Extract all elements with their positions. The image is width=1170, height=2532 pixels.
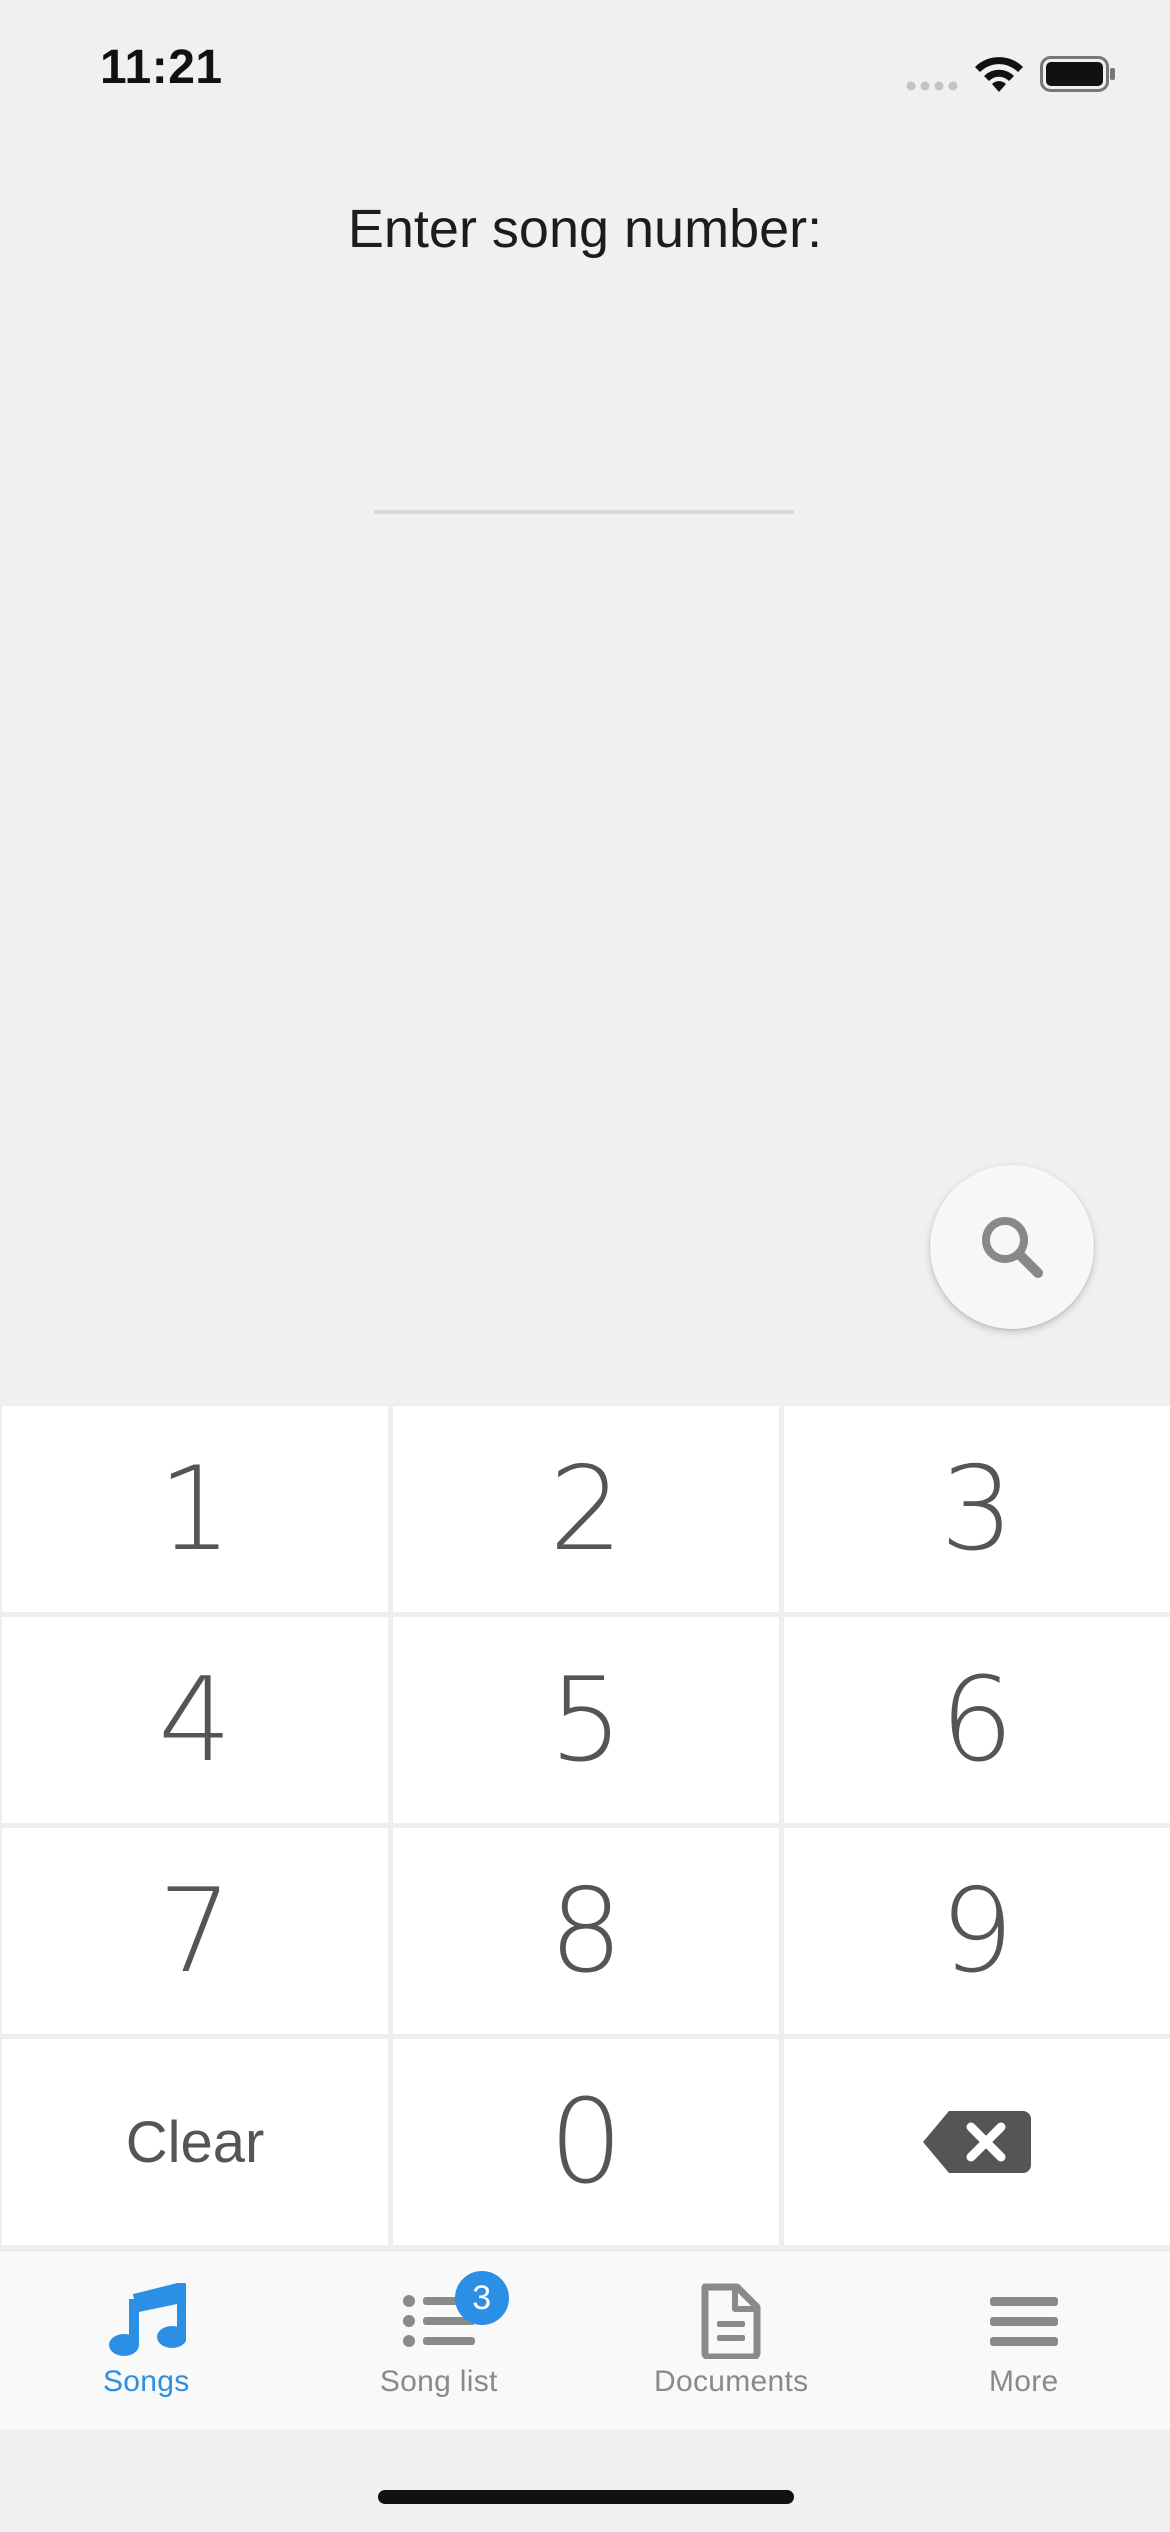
tab-bar: Songs 3 Song list Documents More [0,2250,1170,2429]
tab-song-list[interactable]: 3 Song list [293,2251,586,2429]
song-number-prompt: Enter song number: [347,199,823,259]
key-8[interactable]: 8 [393,1828,779,2034]
search-button[interactable] [930,1165,1094,1329]
backspace-icon [923,2111,1031,2173]
status-time: 11:21 [100,41,223,94]
list-icon: 3 [399,2271,509,2359]
key-2[interactable]: 2 [393,1406,779,1612]
status-bar: 11:21 [0,0,1170,140]
tab-documents-label: Documents [654,2365,809,2398]
tab-songs-label: Songs [102,2365,190,2398]
numeric-keypad: 1 2 3 4 5 6 7 8 9 Clear 0 [0,1404,1170,2248]
song-list-badge: 3 [454,2271,509,2325]
key-4[interactable]: 4 [2,1617,388,1823]
key-7[interactable]: 7 [2,1828,388,2034]
key-5[interactable]: 5 [393,1617,779,1823]
tab-songs[interactable]: Songs [0,2251,293,2429]
key-9[interactable]: 9 [784,1828,1170,2034]
key-1[interactable]: 1 [2,1406,388,1612]
cellular-signal-icon [906,81,958,91]
tab-documents[interactable]: Documents [585,2251,878,2429]
document-icon [691,2283,771,2359]
battery-icon [1040,56,1115,92]
home-indicator [378,2490,794,2504]
clear-button[interactable]: Clear [2,2039,388,2245]
menu-icon [984,2283,1064,2359]
tab-song-list-label: Song list [379,2365,498,2398]
song-number-input[interactable] [374,420,794,514]
tab-more-label: More [988,2365,1059,2398]
search-icon [982,1217,1043,1278]
backspace-button[interactable] [784,2039,1170,2245]
key-3[interactable]: 3 [784,1406,1170,1612]
key-0[interactable]: 0 [393,2039,779,2245]
key-6[interactable]: 6 [784,1617,1170,1823]
wifi-icon [975,57,1023,92]
music-note-icon [106,2283,187,2359]
tab-more[interactable]: More [878,2251,1170,2429]
